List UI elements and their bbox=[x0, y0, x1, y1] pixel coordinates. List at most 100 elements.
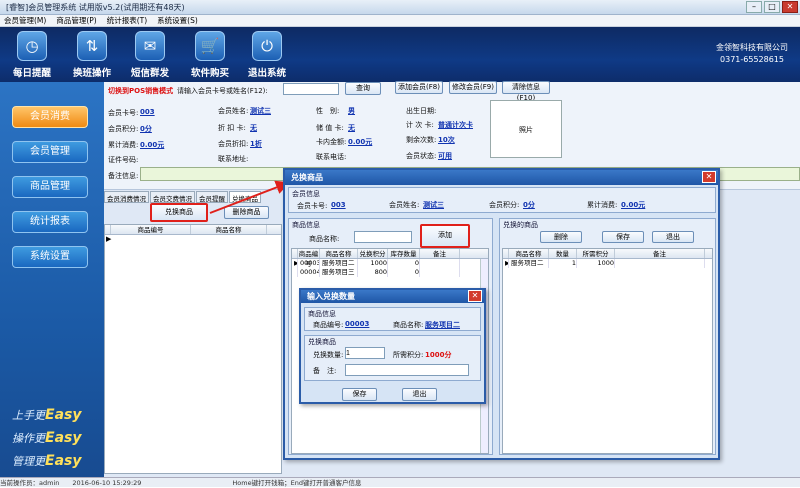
slogan: 操作更Easy bbox=[12, 430, 82, 446]
col-note[interactable]: 备注 bbox=[615, 249, 705, 258]
slogan: 上手更Easy bbox=[12, 407, 82, 423]
total-value: 0.00元 bbox=[621, 201, 646, 209]
status-bar: 当前操作员：admin 2016-06-10 15:29:29 Home键打开钱… bbox=[0, 477, 800, 487]
tab-consume[interactable]: 会员消费情况 bbox=[104, 191, 149, 203]
sms-button[interactable]: ✉ 短信群发 bbox=[120, 29, 180, 81]
col-goods-name[interactable]: 商品名称 bbox=[320, 249, 358, 258]
card-value: 003 bbox=[331, 201, 346, 209]
qty-label: 兑换数量: bbox=[313, 351, 344, 359]
exchange-group: 兑换商品 兑换数量: 所需积分: 1000分 备 注: bbox=[304, 335, 481, 381]
col-qty[interactable]: 数量 bbox=[549, 249, 577, 258]
tab-payment[interactable]: 会员交费情况 bbox=[150, 191, 195, 203]
menu-settings[interactable]: 系统设置(S) bbox=[157, 15, 198, 26]
count-card-label: 计 次 卡: bbox=[406, 121, 434, 129]
points-value: 0分 bbox=[140, 125, 152, 133]
add-member-button[interactable]: 添加会员(F8) bbox=[395, 81, 443, 94]
points-label: 会员积分: bbox=[489, 201, 520, 209]
shift-button[interactable]: ⇅ 换班操作 bbox=[62, 29, 122, 81]
need-points-label: 所需积分: bbox=[393, 351, 424, 359]
title-bar: [睿智]会员管理系统 试用版v5.2(试用期还有48天) – □ ✕ bbox=[0, 0, 800, 15]
menu-member[interactable]: 会员管理(M) bbox=[4, 15, 46, 26]
remain-label: 剩余次数: bbox=[406, 136, 437, 144]
col-stock[interactable]: 库存数量 bbox=[388, 249, 420, 258]
clock-icon: ◷ bbox=[17, 31, 47, 61]
goods-name-value: 服务项目二 bbox=[425, 321, 460, 329]
note-input[interactable] bbox=[345, 364, 469, 376]
member-photo: 照片 bbox=[490, 100, 562, 158]
table-row[interactable]: ▶ 服务项目二 1 1000 bbox=[503, 259, 712, 268]
id-label: 证件号码: bbox=[108, 156, 139, 164]
remain-value: 10次 bbox=[438, 136, 455, 144]
group-title: 会员信息 bbox=[292, 190, 320, 198]
grid-header: 商品编号 商品名称 兑换积分 库存数量 备注 bbox=[292, 249, 488, 268]
goods-no-value: 00003 bbox=[345, 320, 370, 328]
close-icon[interactable]: ✕ bbox=[468, 290, 482, 302]
query-button[interactable]: 查询 bbox=[345, 82, 381, 95]
col-points[interactable]: 兑换积分 bbox=[358, 249, 388, 258]
exit-system-button[interactable]: ⏻ 退出系统 bbox=[237, 29, 297, 81]
toolbar-label: 每日提醒 bbox=[12, 68, 51, 79]
contact-label: 联系地址: bbox=[218, 155, 249, 163]
col-goods-no[interactable]: 商品编号 bbox=[298, 249, 320, 268]
pos-mode-link[interactable]: 切换到POS销售模式 bbox=[108, 86, 173, 96]
total-label: 累计消费: bbox=[108, 141, 139, 149]
total-label: 累计消费: bbox=[587, 201, 618, 209]
group-title: 商品信息 bbox=[308, 310, 336, 318]
status-label: 会员状态: bbox=[406, 152, 437, 160]
menu-goods[interactable]: 商品管理(P) bbox=[56, 15, 96, 26]
toolbar-label: 软件购买 bbox=[190, 68, 229, 79]
company-name: 金领智科技有限公司 bbox=[716, 43, 788, 52]
close-icon[interactable]: ✕ bbox=[702, 171, 716, 183]
table-row[interactable]: 00004 服务项目三 800 0 bbox=[292, 268, 488, 277]
maximize-button[interactable]: □ bbox=[764, 1, 780, 13]
delete-button[interactable]: 删除 bbox=[540, 231, 582, 243]
edit-member-button[interactable]: 修改会员(F9) bbox=[449, 81, 497, 94]
toolbar: ◷ 每日提醒 ⇅ 换班操作 ✉ 短信群发 🛒 软件购买 ⏻ 退出系统 金领智科技… bbox=[0, 27, 800, 82]
status-value: 可用 bbox=[438, 152, 452, 160]
group-title: 兑换的商品 bbox=[503, 221, 538, 229]
name-value: 测试三 bbox=[250, 107, 271, 115]
goods-name-input[interactable] bbox=[354, 231, 412, 243]
minimize-button[interactable]: – bbox=[746, 1, 762, 13]
company-phone: 0371-65528615 bbox=[720, 55, 784, 64]
col-note[interactable]: 备注 bbox=[420, 249, 460, 258]
grid-header: 商品名称 数量 所需积分 备注 bbox=[503, 249, 712, 259]
window-title: [睿智]会员管理系统 试用版v5.2(试用期还有48天) bbox=[6, 3, 185, 12]
sidebar-item-member-consume[interactable]: 会员消费 bbox=[12, 106, 88, 128]
dialog-title: 输入兑换数量 bbox=[301, 290, 484, 303]
phone-label: 联系电话: bbox=[316, 153, 347, 161]
save-button[interactable]: 保存 bbox=[602, 231, 644, 243]
member-search-input[interactable] bbox=[283, 83, 339, 95]
add-goods-button[interactable]: 添加 bbox=[420, 224, 470, 248]
col-goods-no[interactable]: 商品编号 bbox=[111, 225, 191, 234]
sidebar-item-goods[interactable]: 商品管理 bbox=[12, 176, 88, 198]
mail-icon: ✉ bbox=[135, 31, 165, 61]
note-label: 备注信息: bbox=[108, 172, 139, 180]
sidebar-item-settings[interactable]: 系统设置 bbox=[12, 246, 88, 268]
store-card-label: 储 值 卡: bbox=[316, 124, 344, 132]
cart-icon: 🛒 bbox=[195, 31, 225, 61]
sidebar-item-reports[interactable]: 统计报表 bbox=[12, 211, 88, 233]
shift-icon: ⇅ bbox=[77, 31, 107, 61]
exchanged-goods-group: 兑换的商品 删除 保存 退出 商品名称 数量 所需积分 备注 ▶ 服务项目二 1… bbox=[499, 218, 716, 455]
col-points[interactable]: 所需积分 bbox=[577, 249, 615, 258]
daily-reminder-button[interactable]: ◷ 每日提醒 bbox=[2, 29, 62, 81]
exit-button[interactable]: 退出 bbox=[402, 388, 437, 401]
close-button[interactable]: ✕ bbox=[782, 1, 798, 13]
points-label: 会员积分: bbox=[108, 125, 139, 133]
qty-input[interactable] bbox=[345, 347, 385, 359]
sidebar-item-member-manage[interactable]: 会员管理 bbox=[12, 141, 88, 163]
menu-report[interactable]: 统计报表(T) bbox=[107, 15, 147, 26]
col-goods-name[interactable]: 商品名称 bbox=[509, 249, 549, 258]
save-button[interactable]: 保存 bbox=[342, 388, 377, 401]
exit-button[interactable]: 退出 bbox=[652, 231, 694, 243]
search-prompt: 请输入会员卡号或姓名(F12): bbox=[177, 87, 268, 95]
arrow-to-dialog bbox=[209, 180, 290, 214]
toolbar-label: 退出系统 bbox=[247, 68, 286, 79]
card-no-value: 003 bbox=[140, 108, 155, 116]
buy-software-button[interactable]: 🛒 软件购买 bbox=[180, 29, 240, 81]
name-value: 测试三 bbox=[423, 201, 444, 209]
clear-info-button[interactable]: 清除信息(F10) bbox=[502, 81, 550, 102]
table-row[interactable]: ▶ 00003 服务项目二 1000 0 bbox=[292, 259, 488, 268]
note-label: 备 注: bbox=[313, 367, 337, 375]
